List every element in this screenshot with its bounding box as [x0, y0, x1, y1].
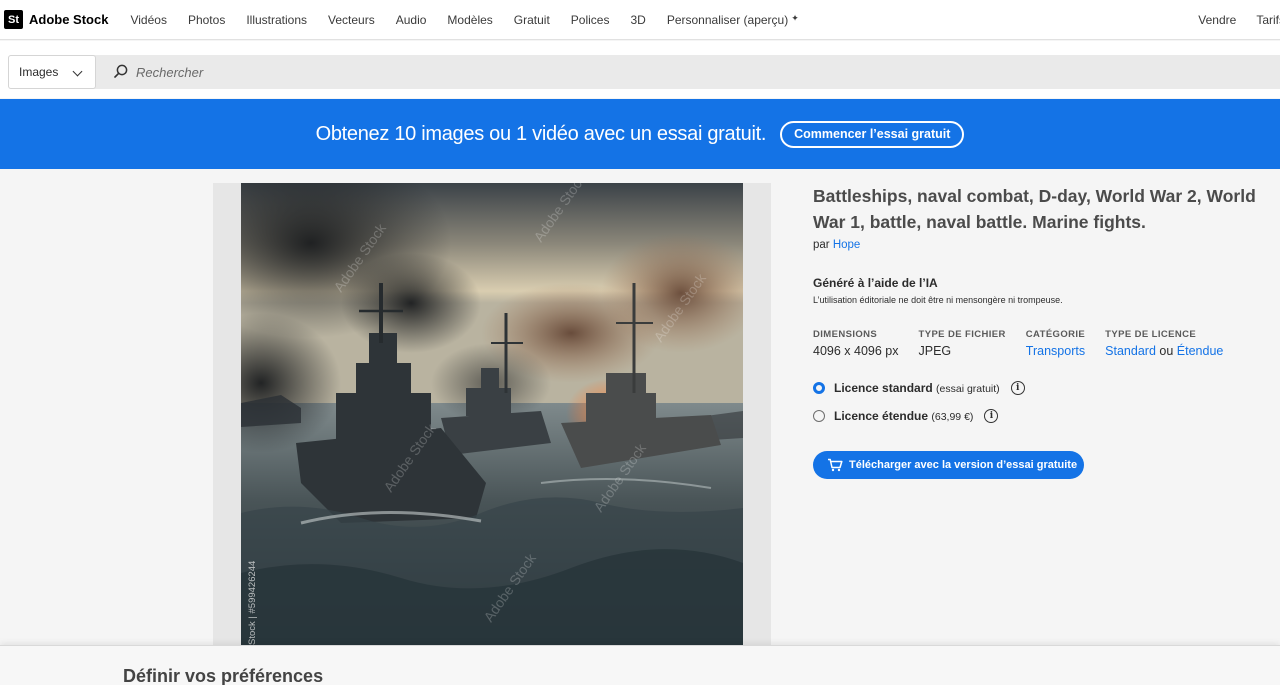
sparkle-icon: ✦: [791, 12, 799, 23]
meta-dimensions-value: 4096 x 4096 px: [813, 344, 899, 358]
license-options: Licence standard (essai gratuit) i Licen…: [813, 379, 1273, 425]
info-icon[interactable]: i: [984, 409, 999, 423]
meta-dimensions: DIMENSIONS 4096 x 4096 px: [813, 329, 899, 358]
brand-name: Adobe Stock: [29, 12, 109, 27]
meta-filetype-label: TYPE DE FICHIER: [918, 329, 1006, 340]
nav-link-sell[interactable]: Vendre: [1198, 13, 1236, 27]
nav-link-videos[interactable]: Vidéos: [130, 13, 166, 27]
asset-type-dropdown[interactable]: Images: [8, 55, 96, 89]
ai-editorial-note: L’utilisation éditoriale ne doit être ni…: [813, 295, 1063, 305]
meta-filetype: TYPE DE FICHIER JPEG: [919, 329, 1006, 358]
license-extended-radio[interactable]: [813, 410, 825, 422]
license-standard-name: Licence standard: [834, 381, 933, 395]
info-icon[interactable]: i: [1010, 381, 1025, 395]
nav-link-fonts[interactable]: Polices: [571, 13, 610, 27]
license-extended-link[interactable]: Étendue: [1177, 344, 1224, 358]
meta-license: TYPE DE LICENCE Standard ou Étendue: [1105, 329, 1223, 358]
license-standard-radio[interactable]: [813, 382, 825, 394]
license-option-standard[interactable]: Licence standard (essai gratuit) i: [813, 379, 1273, 397]
author-link[interactable]: Hope: [833, 239, 861, 251]
asset-details-panel: Battleships, naval combat, D-day, World …: [813, 183, 1273, 479]
nav-link-free[interactable]: Gratuit: [514, 13, 550, 27]
download-button-label: Télécharger avec la version d’essai grat…: [849, 459, 1078, 471]
nav-link-audio[interactable]: Audio: [396, 13, 427, 27]
battleship-illustration: Adobe Stock Adobe Stock Adobe Stock Adob…: [241, 183, 743, 645]
chevron-down-icon: [72, 66, 83, 77]
start-free-trial-button[interactable]: Commencer l’essai gratuit: [780, 120, 965, 148]
asset-title: Battleships, naval combat, D-day, World …: [813, 186, 1256, 232]
license-standard-link[interactable]: Standard: [1105, 344, 1156, 358]
free-trial-banner: Obtenez 10 images ou 1 vidéo avec un ess…: [0, 99, 1280, 169]
nav-link-customize[interactable]: Personnaliser (aperçu) ✦: [667, 13, 799, 27]
meta-dimensions-label: DIMENSIONS: [813, 329, 878, 340]
nav-links: Vidéos Photos Illustrations Vecteurs Aud…: [130, 13, 819, 27]
license-option-extended[interactable]: Licence étendue (63,99 €) i: [813, 407, 1273, 425]
preferences-title: Définir vos préférences: [123, 666, 324, 685]
meta-category: CATÉGORIE Transports: [1026, 329, 1085, 358]
nav-link-photos[interactable]: Photos: [188, 13, 225, 27]
banner-text: Obtenez 10 images ou 1 vidéo avec un ess…: [315, 122, 767, 145]
meta-filetype-value: JPEG: [918, 344, 952, 358]
image-id-label: Stock | #599426244: [247, 561, 258, 645]
search-icon: [114, 64, 128, 78]
brand-home-link[interactable]: St Adobe Stock: [4, 10, 108, 29]
nav-link-illustrations[interactable]: Illustrations: [246, 13, 307, 27]
nav-link-templates[interactable]: Modèles: [447, 13, 492, 27]
download-free-trial-button[interactable]: Télécharger avec la version d’essai grat…: [813, 451, 1084, 479]
license-or-text: ou: [1159, 344, 1174, 358]
nav-link-customize-label: Personnaliser (aperçu): [666, 12, 789, 27]
stock-image-preview[interactable]: Adobe Stock Adobe Stock Adobe Stock Adob…: [241, 183, 743, 645]
asset-metadata: DIMENSIONS 4096 x 4096 px TYPE DE FICHIE…: [813, 329, 1273, 358]
nav-link-vectors[interactable]: Vecteurs: [328, 13, 375, 27]
preferences-bar: Définir vos préférences: [0, 645, 1280, 685]
license-extended-detail: (63,99 €): [931, 411, 974, 423]
adobe-stock-logo: St: [4, 10, 23, 29]
nav-right: Vendre Tarifs: [1178, 0, 1280, 40]
meta-license-value: Standard ou Étendue: [1105, 344, 1223, 358]
search-box: Images: [8, 55, 1280, 89]
image-preview-frame: Adobe Stock Adobe Stock Adobe Stock Adob…: [213, 183, 771, 645]
meta-category-label: CATÉGORIE: [1025, 329, 1086, 340]
license-standard-detail: (essai gratuit): [936, 383, 1000, 395]
cart-icon: [828, 458, 843, 472]
search-input[interactable]: [136, 55, 1236, 89]
license-standard-label: Licence standard (essai gratuit): [834, 381, 1000, 395]
search-bar-row: Images: [0, 41, 1280, 98]
meta-license-label: TYPE DE LICENCE: [1105, 329, 1197, 340]
license-extended-label: Licence étendue (63,99 €): [834, 409, 973, 423]
license-extended-name: Licence étendue: [834, 409, 929, 423]
nav-link-3d[interactable]: 3D: [630, 13, 645, 27]
asset-type-value: Images: [19, 65, 59, 79]
category-link[interactable]: Transports: [1026, 344, 1085, 358]
ai-generated-heading: Généré à l’aide de l’IA: [813, 276, 938, 290]
asset-byline: par Hope: [813, 239, 1273, 251]
byline-prefix: par: [813, 239, 830, 251]
meta-category-value: Transports: [1026, 344, 1085, 358]
nav-link-pricing[interactable]: Tarifs: [1256, 13, 1280, 27]
top-navigation: St Adobe Stock Vidéos Photos Illustratio…: [0, 0, 1280, 40]
